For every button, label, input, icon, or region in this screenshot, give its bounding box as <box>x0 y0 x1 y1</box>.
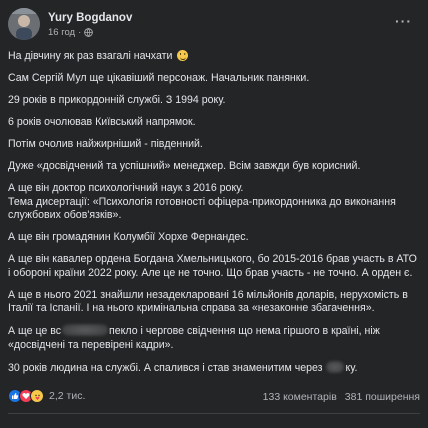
reactions-summary[interactable]: 2,2 тис. <box>8 389 85 403</box>
author-name[interactable]: Yury Bogdanov <box>48 12 132 24</box>
comments-count[interactable]: 133 коментарів <box>263 391 337 403</box>
post-paragraph: Дуже «досвідчений та успішний» менеджер.… <box>8 160 361 172</box>
shares-count[interactable]: 381 поширення <box>345 391 420 403</box>
post-paragraph: Потім очолив найжирніший - південний. <box>8 138 203 150</box>
blurred-redaction <box>326 360 345 373</box>
post-paragraph: На дівчину як раз взагалі начхати <box>8 50 420 64</box>
post-paragraph: А ще це вс пекло і чергове свідчення що н… <box>8 324 380 351</box>
post-footer: 2,2 тис. 133 коментарів 381 поширення <box>8 389 420 407</box>
post-paragraph: 30 років людина на службі. А спалився і … <box>8 360 358 374</box>
post-paragraph: Сам Сергій Мул ще цікавіший персонаж. На… <box>8 72 310 84</box>
post-body: На дівчину як раз взагалі начхати Сам Се… <box>8 50 420 384</box>
separator-dot: · <box>78 27 82 38</box>
post-paragraph: 6 років очолював Київський напрямок. <box>8 116 196 128</box>
more-options-icon[interactable]: ··· <box>395 14 412 28</box>
blurred-redaction <box>62 324 109 336</box>
avatar[interactable] <box>8 8 40 40</box>
reaction-count[interactable]: 2,2 тис. <box>49 390 85 402</box>
post-paragraph: А ще в нього 2021 знайшли незадекларован… <box>8 288 408 315</box>
post-time[interactable]: 16 год <box>48 27 75 38</box>
facebook-post: Yury Bogdanov 16 год · ··· На дівчину як… <box>0 0 428 428</box>
post-meta: 16 год · <box>48 27 94 38</box>
post-stats: 133 коментарів 381 поширення <box>263 391 420 403</box>
post-header: Yury Bogdanov 16 год · ··· <box>8 8 420 42</box>
post-paragraph: А ще він кавалер ордена Богдана Хмельниц… <box>8 253 417 279</box>
smiling-face-icon <box>177 50 189 61</box>
post-paragraph: А ще він громадянин Колумбії Хорхе Ферна… <box>8 231 249 243</box>
post-paragraph: А ще він доктор психологічний наук з 201… <box>8 182 396 221</box>
care-react-icon <box>30 389 44 403</box>
globe-icon <box>84 28 94 37</box>
footer-divider <box>8 413 420 414</box>
post-paragraph: 29 років в прикордонній службі. З 1994 р… <box>8 94 226 106</box>
